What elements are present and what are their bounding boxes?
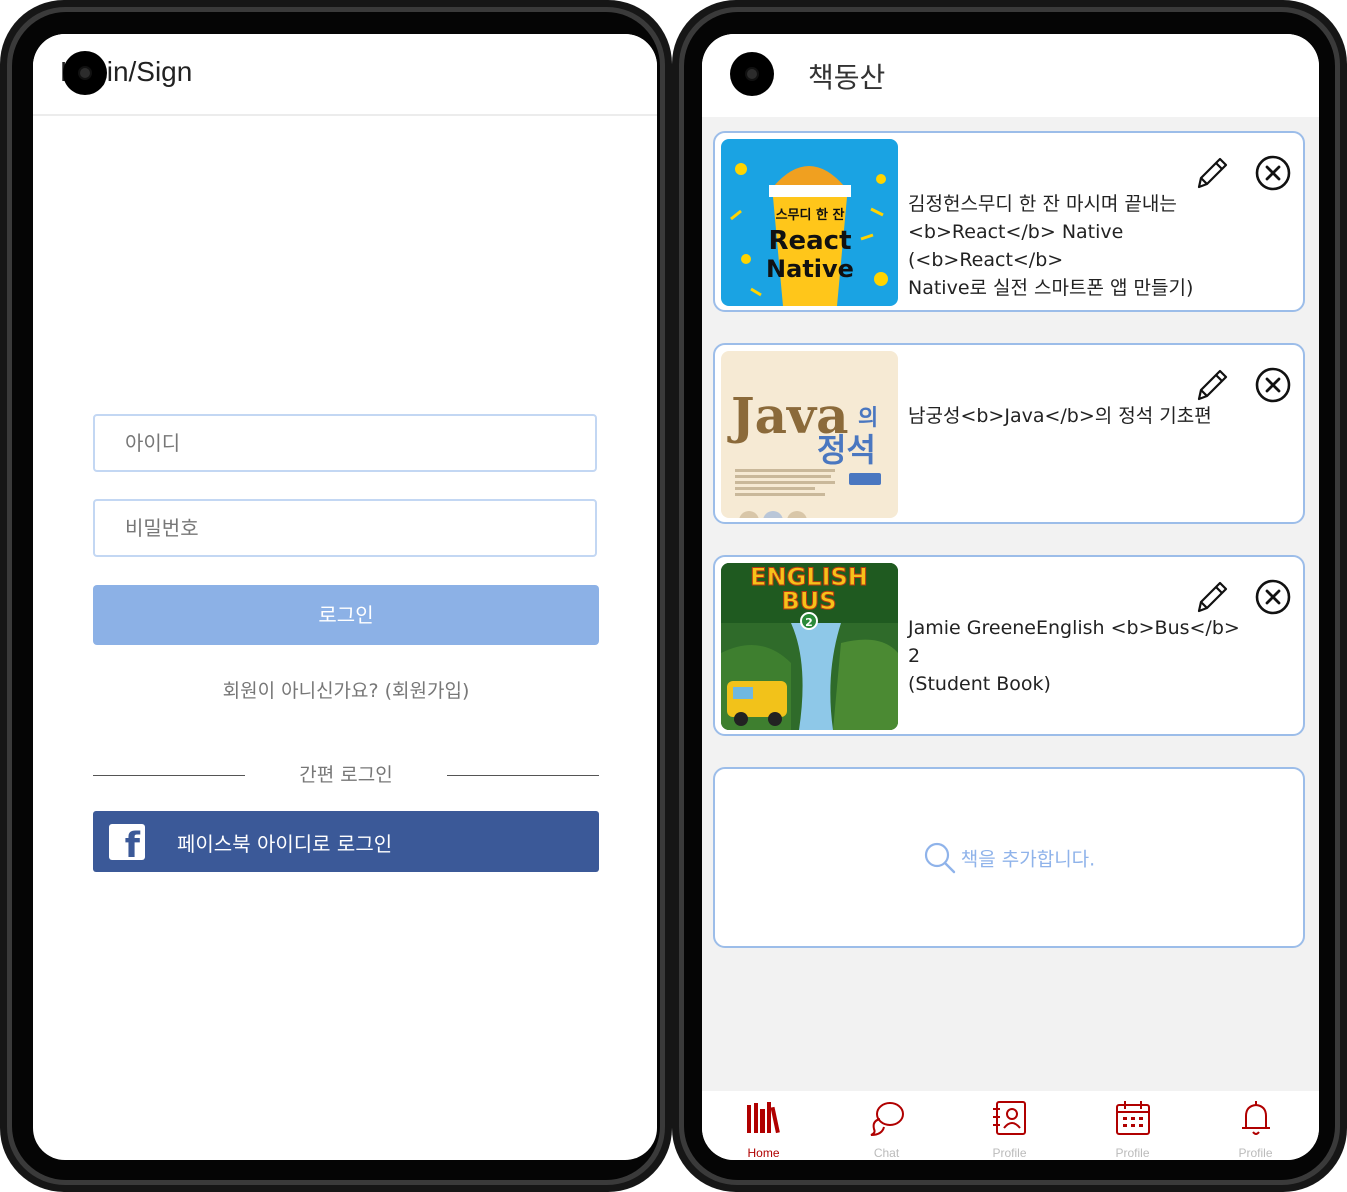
- facebook-login-label: 페이스북 아이디로 로그인: [177, 832, 393, 856]
- add-book-card[interactable]: 책을 추가합니다.: [713, 767, 1305, 948]
- login-header: Login/Sign: [33, 34, 657, 116]
- book-title-line: (Student Book): [908, 673, 1051, 695]
- camera-hole: [730, 52, 774, 96]
- tab-chat[interactable]: Chat: [825, 1091, 948, 1160]
- close-circle-icon[interactable]: [1253, 153, 1293, 193]
- book-cover-image: ENGLISH BUS 2: [721, 563, 898, 730]
- home-header: 책동산: [702, 34, 1319, 117]
- id-input[interactable]: 아이디: [93, 414, 597, 472]
- tab-label: Profile: [1115, 1146, 1150, 1160]
- book-title: 김정헌스무디 한 잔 마시며 끝내는 <b>React</b> Native (…: [908, 190, 1253, 302]
- book-card[interactable]: 스무디 한 잔 React Native 김정헌스무디 한 잔 마시며 끝내는 …: [713, 131, 1305, 312]
- book-title-line: Jamie GreeneEnglish <b>Bus</b> 2: [908, 617, 1240, 667]
- add-book-button[interactable]: 책을 추가합니다.: [715, 841, 1303, 875]
- facebook-login-button[interactable]: f 페이스북 아이디로 로그인: [93, 811, 599, 872]
- tab-profile[interactable]: Profile: [948, 1091, 1071, 1160]
- divider-right: [447, 775, 599, 776]
- bell-icon: [1242, 1101, 1270, 1135]
- svg-text:2: 2: [805, 616, 813, 629]
- tab-home[interactable]: Home: [702, 1091, 825, 1160]
- pencil-icon[interactable]: [1191, 365, 1231, 405]
- tab-label: Chat: [873, 1146, 900, 1160]
- search-icon: [924, 842, 955, 874]
- book-title: 남궁성<b>Java</b>의 정석 기초편: [908, 402, 1253, 430]
- login-button[interactable]: 로그인: [93, 585, 599, 645]
- book-title-line: Native로 실전 스마트폰 앱 만들기): [908, 277, 1194, 299]
- tab-label: Home: [747, 1146, 780, 1160]
- contact-book-icon: [993, 1101, 1026, 1135]
- book-title-line: 김정헌스무디 한 잔 마시며 끝내는: [908, 193, 1177, 215]
- signup-link[interactable]: 회원이 아니신가요? (회원가입): [93, 676, 599, 703]
- book-card[interactable]: ENGLISH BUS 2 Jamie GreeneEnglish <b>Bus…: [713, 555, 1305, 736]
- bottom-tab-bar: Home Chat Profile Profile Profile: [702, 1091, 1319, 1160]
- svg-text:React: React: [768, 226, 851, 256]
- svg-text:정석: 정석: [817, 431, 876, 469]
- svg-text:Native: Native: [766, 255, 854, 283]
- svg-text:의: 의: [858, 406, 878, 431]
- camera-hole: [63, 51, 107, 95]
- svg-text:BUS: BUS: [781, 587, 836, 615]
- calendar-icon: [1116, 1101, 1150, 1135]
- tab-label: Profile: [1238, 1146, 1273, 1160]
- login-screen: Login/Sign 아이디 비밀번호 로그인 회원이 아니신가요? (회원가입…: [33, 34, 657, 1160]
- tab-label: Profile: [992, 1146, 1027, 1160]
- book-cover-image: 스무디 한 잔 React Native: [721, 139, 898, 306]
- book-card[interactable]: Java 의 정석 남궁성<b>Java</b>의 정석 기초편: [713, 343, 1305, 524]
- page-title: 책동산: [808, 61, 886, 94]
- home-screen: 책동산 스무디 한 잔 React Native 김정헌스무디 한 잔 마시며 …: [702, 34, 1319, 1160]
- close-circle-icon[interactable]: [1253, 577, 1293, 617]
- pencil-icon[interactable]: [1191, 153, 1231, 193]
- bookshelf-icon: [747, 1102, 780, 1134]
- close-circle-icon[interactable]: [1253, 365, 1293, 405]
- tab-calendar[interactable]: Profile: [1071, 1091, 1194, 1160]
- password-input[interactable]: 비밀번호: [93, 499, 597, 557]
- book-cover-image: Java 의 정석: [721, 351, 898, 518]
- easy-login-label: 간편 로그인: [299, 764, 393, 786]
- book-title-line: <b>React</b> Native (<b>React</b>: [908, 221, 1124, 271]
- svg-text:스무디 한 잔: 스무디 한 잔: [776, 207, 845, 223]
- tab-notifications[interactable]: Profile: [1194, 1091, 1317, 1160]
- chat-icon: [870, 1102, 904, 1136]
- pencil-icon[interactable]: [1191, 577, 1231, 617]
- facebook-icon: f: [109, 824, 145, 860]
- book-title: Jamie GreeneEnglish <b>Bus</b> 2 (Studen…: [908, 614, 1253, 698]
- add-book-label: 책을 추가합니다.: [960, 848, 1096, 871]
- book-title-line: 남궁성<b>Java</b>의 정석 기초편: [908, 405, 1212, 427]
